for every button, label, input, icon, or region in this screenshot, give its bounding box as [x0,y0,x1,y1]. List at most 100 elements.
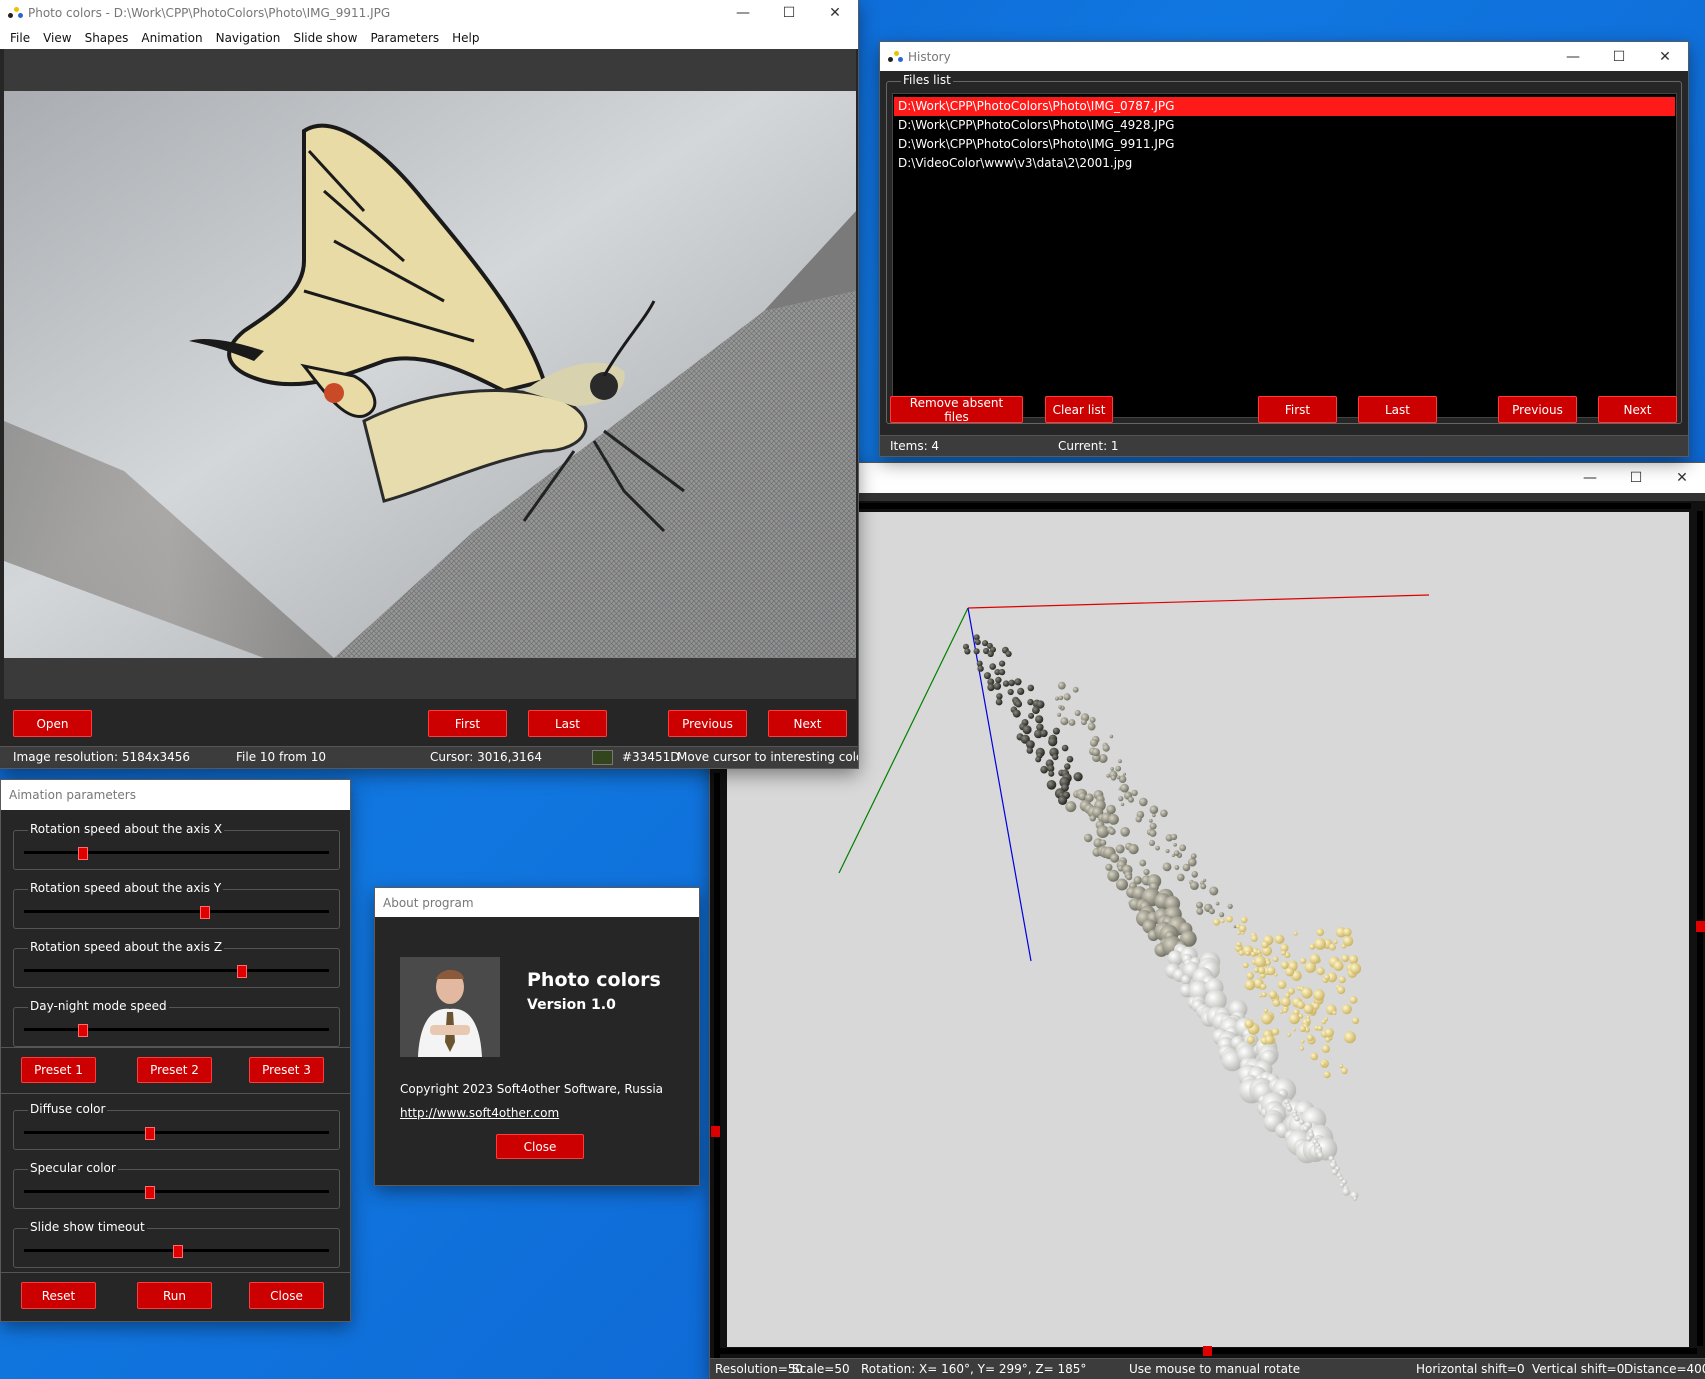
menu-animation[interactable]: Animation [141,31,202,45]
run-button[interactable]: Run [137,1282,212,1309]
color-sphere [1040,765,1048,774]
minimize-icon[interactable]: — [1567,463,1613,493]
bottom-scroll-thumb[interactable] [1203,1346,1212,1356]
app-icon [8,5,24,21]
menu-view[interactable]: View [43,31,71,45]
color-sphere [1301,987,1313,999]
left-scroll-thumb[interactable] [711,1126,720,1137]
first-button[interactable]: First [428,710,507,737]
about-window: About program Photo colors Version 1.0 C… [375,888,699,1185]
slider-track[interactable] [24,847,329,860]
maximize-icon[interactable]: ☐ [766,0,812,26]
menu-help[interactable]: Help [452,31,479,45]
slider-track[interactable] [24,1245,329,1258]
color-sphere [1337,985,1346,995]
color-sphere [1100,839,1107,846]
color-sphere [1089,716,1096,723]
color-sphere [1035,756,1042,763]
color-sphere [1066,755,1074,763]
minimize-icon[interactable]: — [720,0,766,26]
open-button[interactable]: Open [13,710,92,737]
maximize-icon[interactable]: ☐ [1596,42,1642,71]
color-sphere [1299,1025,1306,1032]
slider-thumb[interactable] [145,1186,156,1199]
color-sphere [1236,941,1242,948]
slider-track[interactable] [24,1186,329,1199]
slider-label: Day-night mode speed [28,999,169,1013]
color-sphere [1048,770,1055,777]
color-sphere [1246,1035,1255,1044]
about-close-button[interactable]: Close [496,1134,584,1159]
view3d-titlebar: — ☐ ✕ [858,463,1705,493]
next-button[interactable]: Next [768,710,847,737]
color-sphere [1149,840,1155,846]
slider-thumb[interactable] [77,1024,88,1037]
files-list[interactable]: D:\Work\CPP\PhotoColors\Photo\IMG_0787.J… [892,93,1677,418]
slider-track[interactable] [24,906,329,919]
preset-3-button[interactable]: Preset 3 [249,1057,324,1083]
menu-shapes[interactable]: Shapes [85,31,129,45]
color-sphere [1032,706,1040,714]
color-sphere [1058,795,1068,805]
color-sphere [1324,1027,1334,1038]
slider-track[interactable] [24,1127,329,1140]
slider-track[interactable] [24,965,329,978]
slider-thumb[interactable] [77,847,88,860]
maximize-icon[interactable]: ☐ [1613,463,1659,493]
close-icon[interactable]: ✕ [812,0,858,26]
color-sphere [1074,710,1081,716]
slider-thumb[interactable] [199,906,210,919]
remove-absent-files-button[interactable]: Remove absent files [890,396,1023,424]
color-sphere [1342,1188,1350,1196]
file-list-item[interactable]: D:\Work\CPP\PhotoColors\Photo\IMG_9911.J… [894,135,1675,154]
close-icon[interactable]: ✕ [1659,463,1705,493]
menu-parameters[interactable]: Parameters [370,31,439,45]
close-icon[interactable]: ✕ [1642,42,1688,71]
menu-file[interactable]: File [10,31,30,45]
slider-thumb[interactable] [172,1245,183,1258]
last-button[interactable]: Last [528,710,607,737]
history-previous-button[interactable]: Previous [1498,396,1577,423]
photo-view[interactable] [4,91,856,658]
history-next-button[interactable]: Next [1598,396,1677,423]
color-sphere [1060,717,1069,726]
color-sphere [1026,747,1034,754]
color-3d-viewport[interactable] [727,512,1689,1347]
minimize-icon[interactable]: — [1550,42,1596,71]
clear-list-button[interactable]: Clear list [1045,396,1113,423]
color-sphere [1092,748,1100,757]
slider-track[interactable] [24,1024,329,1037]
website-link[interactable]: http://www.soft4other.com [400,1106,559,1120]
color-sphere [1242,962,1249,969]
color-sphere [1250,951,1256,957]
color-hex-label: #33451D [622,750,680,764]
color-sphere [1343,1031,1356,1044]
color-sphere [1002,680,1010,687]
color-sphere [1110,767,1114,771]
history-last-button[interactable]: Last [1358,396,1437,423]
file-list-item[interactable]: D:\Work\CPP\PhotoColors\Photo\IMG_0787.J… [894,97,1675,116]
file-list-item[interactable]: D:\VideoColor\www\v3\data\2\2001.jpg [894,154,1675,173]
menu-slide-show[interactable]: Slide show [293,31,357,45]
previous-button[interactable]: Previous [668,710,747,737]
history-first-button[interactable]: First [1258,396,1337,423]
color-sphere [1148,818,1153,823]
slider-thumb[interactable] [145,1127,156,1140]
color-sphere [1227,903,1233,909]
file-list-item[interactable]: D:\Work\CPP\PhotoColors\Photo\IMG_4928.J… [894,116,1675,135]
color-sphere [1170,833,1178,841]
left-scroll-track[interactable] [714,773,720,1358]
slider-thumb[interactable] [236,965,247,978]
history-window: History — ☐ ✕ Files list D:\Work\CPP\Pho… [880,42,1688,456]
color-sphere [1263,1008,1269,1013]
color-sphere [1014,678,1022,686]
color-sphere [1027,684,1035,692]
preset-1-button[interactable]: Preset 1 [21,1057,96,1083]
animation-close-button[interactable]: Close [249,1282,324,1309]
menu-navigation[interactable]: Navigation [216,31,281,45]
preset-2-button[interactable]: Preset 2 [137,1057,212,1083]
color-sphere [1219,912,1225,918]
horizontal-scrollbar-top[interactable] [858,503,1691,509]
reset-button[interactable]: Reset [21,1282,96,1309]
right-scroll-thumb[interactable] [1696,921,1705,932]
